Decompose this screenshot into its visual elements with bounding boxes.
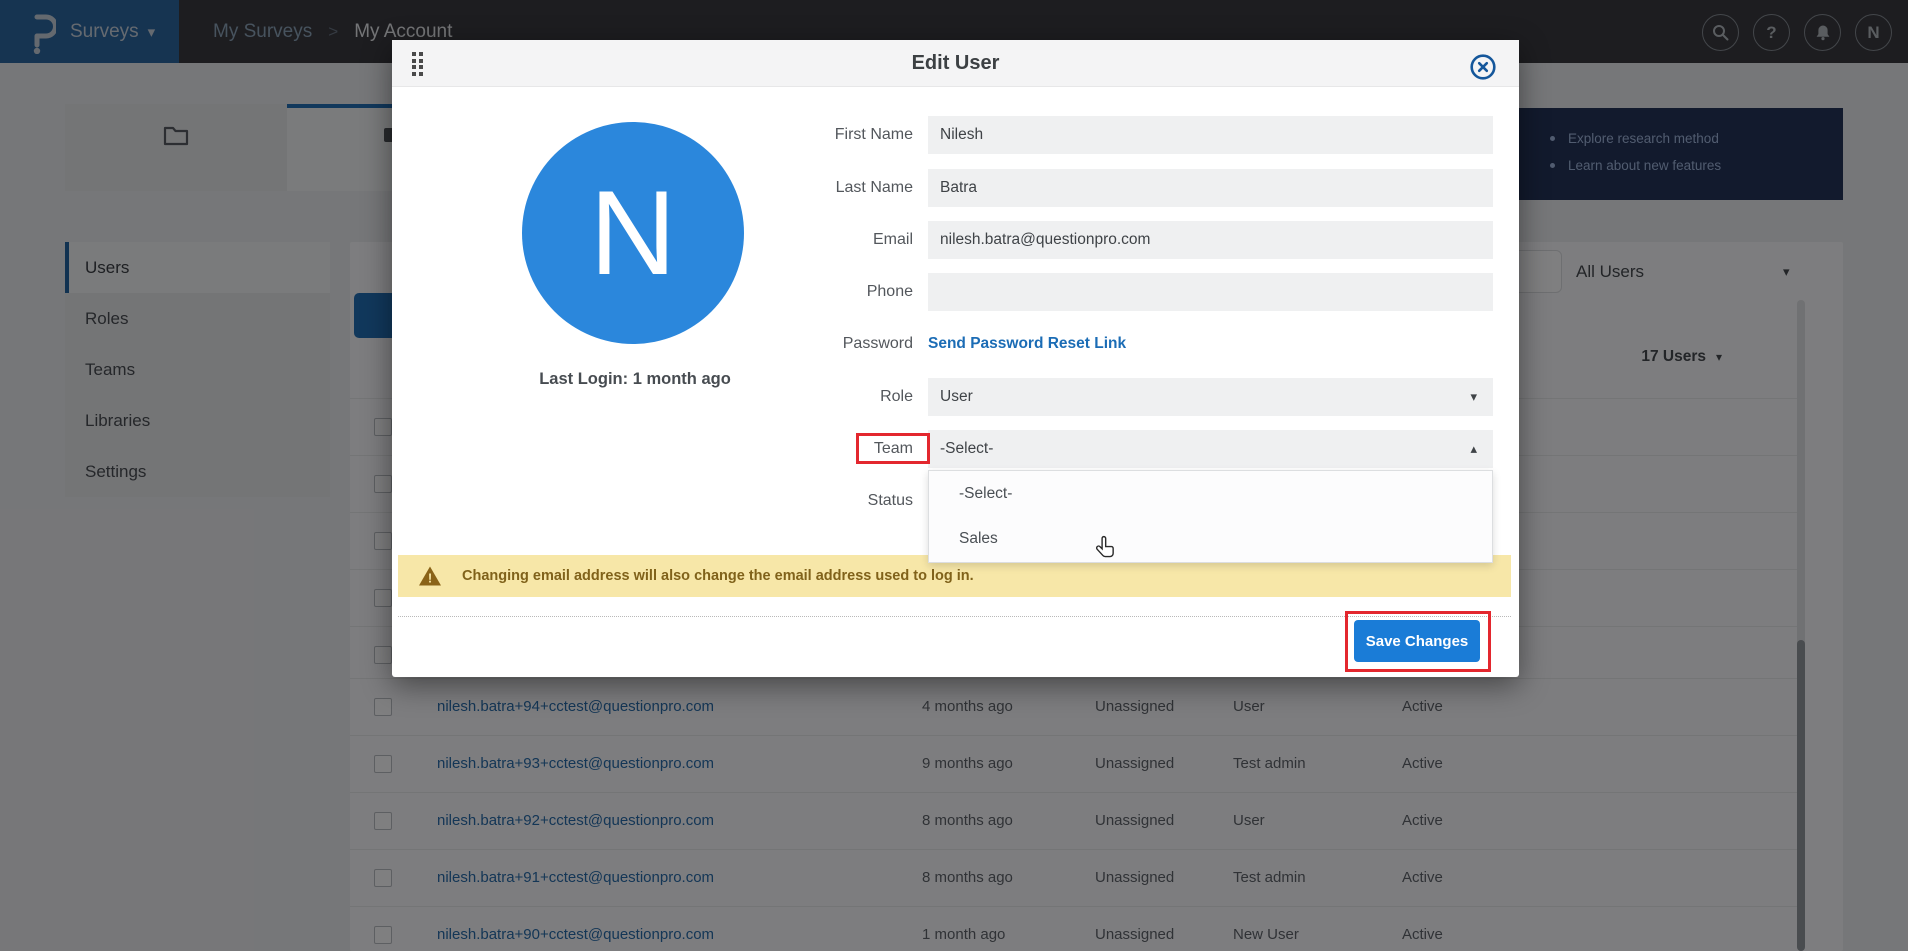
save-button-annotation-highlight [1345, 611, 1491, 672]
option-label: Sales [959, 530, 998, 547]
app-root: Surveys ▾ My Surveys > My Account ? N Su… [0, 0, 1908, 951]
edit-user-modal: Edit User N Last Login: 1 month ago Firs… [392, 40, 1519, 677]
last-name-field[interactable] [928, 169, 1493, 207]
password-label: Password [722, 325, 913, 363]
team-dropdown-panel: -Select- Sales [928, 470, 1493, 563]
first-name-field[interactable] [928, 116, 1493, 154]
email-field[interactable] [928, 221, 1493, 259]
team-select-value: -Select- [940, 440, 993, 457]
last-name-label: Last Name [722, 169, 913, 207]
modal-title: Edit User [392, 40, 1519, 86]
option-label: -Select- [959, 485, 1012, 502]
team-dropdown-option[interactable]: -Select- [929, 471, 1492, 516]
team-select[interactable]: -Select- ▴ [928, 430, 1493, 468]
warning-icon: ! [418, 565, 442, 587]
warning-text: Changing email address will also change … [462, 555, 974, 597]
team-dropdown-option[interactable]: Sales [929, 516, 1492, 561]
mouse-cursor-pointer [1093, 533, 1119, 563]
avatar-initial: N [590, 164, 677, 302]
user-avatar: N [522, 122, 744, 344]
phone-label: Phone [722, 273, 913, 311]
role-label: Role [722, 378, 913, 416]
role-select-value: User [940, 388, 973, 405]
chevron-down-icon: ▾ [1470, 378, 1477, 416]
close-icon[interactable] [1469, 53, 1497, 81]
send-password-reset-link[interactable]: Send Password Reset Link [928, 325, 1126, 363]
phone-field[interactable] [928, 273, 1493, 311]
drag-handle-icon[interactable] [412, 52, 423, 75]
email-label: Email [722, 221, 913, 259]
status-label: Status [722, 482, 913, 520]
team-label-annotation-highlight [856, 433, 930, 464]
last-login-text: Last Login: 1 month ago [525, 370, 745, 389]
chevron-up-icon: ▴ [1470, 430, 1477, 468]
first-name-label: First Name [722, 116, 913, 154]
role-select[interactable]: User ▾ [928, 378, 1493, 416]
svg-text:!: ! [428, 571, 432, 586]
